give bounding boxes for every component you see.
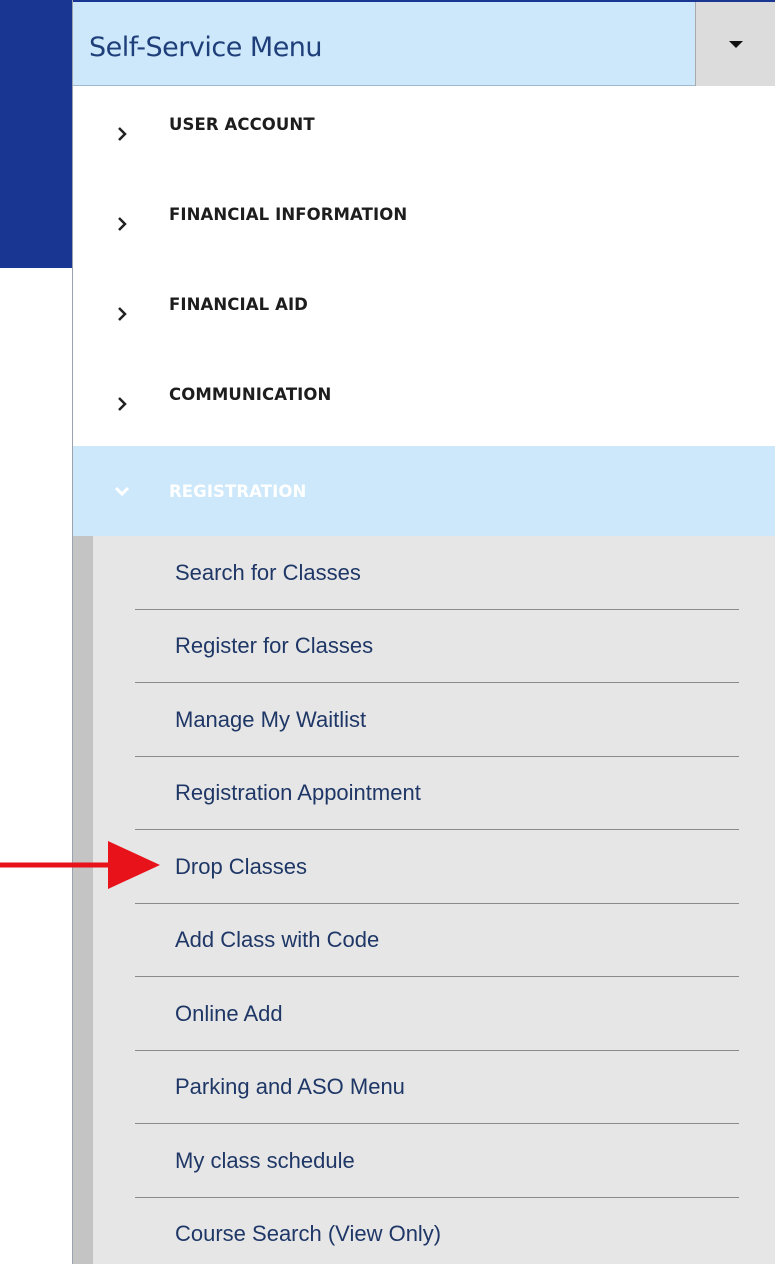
submenu-item-search-for-classes[interactable]: Search for Classes [93, 536, 775, 610]
submenu-item-parking-and-aso-menu[interactable]: Parking and ASO Menu [93, 1051, 775, 1125]
chevron-right-icon [118, 217, 127, 231]
submenu-item-label: Register for Classes [175, 633, 374, 659]
menu-dropdown-button[interactable] [695, 2, 775, 86]
category-label: FINANCIAL AID [169, 294, 308, 314]
submenu-item-label: Course Search (View Only) [175, 1221, 442, 1247]
submenu-item-add-class-with-code[interactable]: Add Class with Code [93, 904, 775, 978]
red-arrow-icon [0, 841, 160, 889]
chevron-right-icon [118, 307, 127, 321]
submenu-item-label: Search for Classes [175, 559, 361, 585]
submenu-item-label: Parking and ASO Menu [175, 1074, 405, 1100]
self-service-menu-panel: Self-Service Menu USER ACCOUNT FINANCIAL… [72, 0, 775, 1264]
submenu-item-label: Manage My Waitlist [175, 706, 367, 732]
category-label: COMMUNICATION [169, 384, 332, 404]
submenu-item-course-search-view-only[interactable]: Course Search (View Only) [93, 1198, 775, 1264]
submenu-item-manage-my-waitlist[interactable]: Manage My Waitlist [93, 683, 775, 757]
category-registration[interactable]: REGISTRATION [73, 446, 775, 536]
chevron-down-icon [114, 486, 130, 497]
category-label: REGISTRATION [169, 481, 307, 501]
submenu-item-label: Registration Appointment [175, 780, 421, 806]
registration-submenu: Search for Classes Register for Classes … [73, 536, 775, 1264]
menu-title: Self-Service Menu [89, 32, 323, 63]
chevron-right-icon [118, 397, 127, 411]
menu-header: Self-Service Menu [73, 0, 775, 86]
submenu-item-register-for-classes[interactable]: Register for Classes [93, 610, 775, 684]
submenu-item-label: Online Add [175, 1000, 283, 1026]
caret-down-icon [728, 40, 743, 48]
category-financial-information[interactable]: FINANCIAL INFORMATION [73, 176, 775, 266]
submenu-item-label: Drop Classes [175, 853, 308, 879]
submenu-item-label: Add Class with Code [175, 927, 380, 953]
submenu-item-label: My class schedule [175, 1147, 355, 1173]
category-financial-aid[interactable]: FINANCIAL AID [73, 266, 775, 356]
category-user-account[interactable]: USER ACCOUNT [73, 86, 775, 176]
category-communication[interactable]: COMMUNICATION [73, 356, 775, 446]
page-banner [0, 0, 72, 268]
submenu-item-my-class-schedule[interactable]: My class schedule [93, 1124, 775, 1198]
category-label: FINANCIAL INFORMATION [169, 204, 408, 224]
submenu-item-registration-appointment[interactable]: Registration Appointment [93, 757, 775, 831]
chevron-right-icon [118, 127, 127, 141]
category-label: USER ACCOUNT [169, 114, 315, 134]
submenu-item-drop-classes[interactable]: Drop Classes [93, 830, 775, 904]
submenu-item-online-add[interactable]: Online Add [93, 977, 775, 1051]
